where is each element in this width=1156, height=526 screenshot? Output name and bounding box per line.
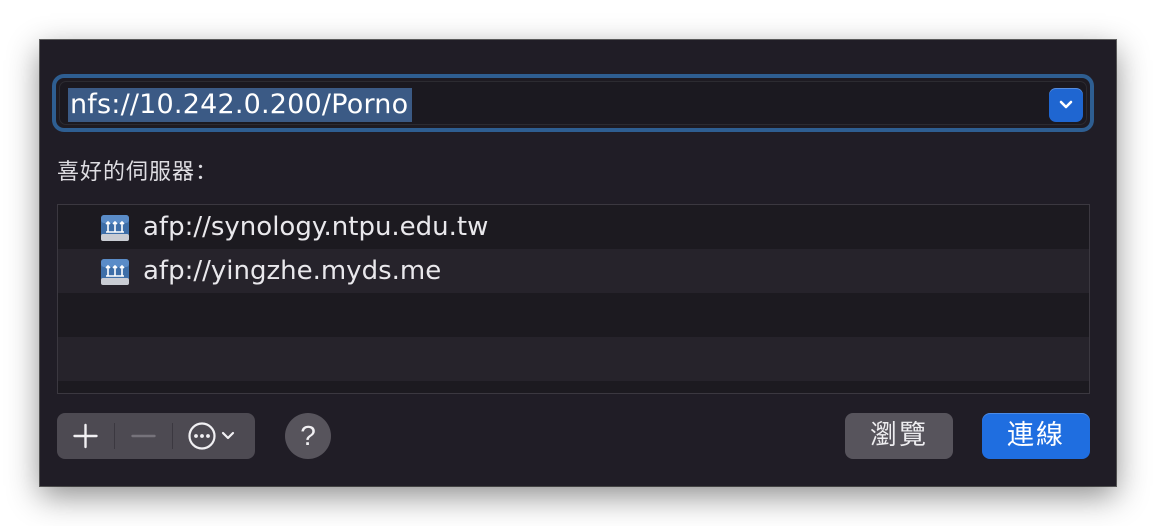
ellipsis-circle-icon (188, 422, 235, 450)
favorites-segmented-control (57, 413, 255, 459)
add-favorite-button[interactable] (57, 413, 114, 459)
connect-button[interactable]: 連線 (982, 413, 1090, 459)
empty-list-row (58, 293, 1089, 337)
list-item[interactable]: afp://yingzhe.myds.me (58, 249, 1089, 293)
remove-favorite-button[interactable] (115, 413, 172, 459)
browse-button[interactable]: 瀏覽 (845, 413, 953, 459)
server-address-combobox[interactable]: nfs://10.242.0.200/Porno (52, 74, 1094, 132)
help-button[interactable]: ? (285, 413, 331, 459)
favorite-servers-label: 喜好的伺服器： (57, 160, 219, 185)
favorite-server-address: afp://synology.ntpu.edu.tw (143, 212, 489, 242)
recent-servers-dropdown-button[interactable] (1049, 88, 1083, 122)
favorite-servers-list[interactable]: afp://synology.ntpu.edu.tw afp://yingzhe… (57, 204, 1090, 394)
list-item[interactable]: afp://synology.ntpu.edu.tw (58, 205, 1089, 249)
chevron-down-icon (1059, 100, 1073, 109)
more-actions-button[interactable] (173, 413, 255, 459)
empty-list-row (58, 381, 1089, 393)
minus-icon (131, 434, 156, 438)
plus-icon (73, 423, 98, 449)
favorite-server-address: afp://yingzhe.myds.me (143, 256, 442, 286)
connect-to-server-dialog: nfs://10.242.0.200/Porno 喜好的伺服器： afp://s… (40, 40, 1116, 486)
server-address-text[interactable]: nfs://10.242.0.200/Porno (68, 88, 413, 122)
network-server-icon (101, 259, 129, 285)
network-server-icon (101, 215, 129, 241)
empty-list-row (58, 337, 1089, 381)
server-address-field[interactable]: nfs://10.242.0.200/Porno (59, 81, 1087, 125)
